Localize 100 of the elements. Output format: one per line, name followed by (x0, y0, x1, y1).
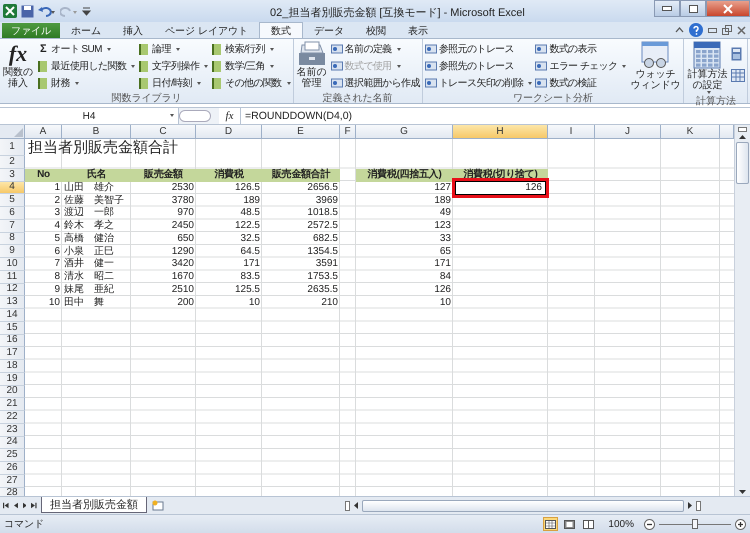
ribbon-button[interactable]: エラー チェック (535, 58, 626, 74)
ribbon-button[interactable]: 論理 (138, 41, 208, 57)
last-sheet-icon[interactable] (31, 502, 37, 509)
resize-handle[interactable] (179, 110, 211, 122)
column-header[interactable]: I (548, 125, 595, 139)
undo-icon[interactable] (38, 5, 56, 17)
close-icon[interactable] (737, 26, 746, 34)
row-header[interactable]: 17 (0, 347, 25, 360)
ribbon-button[interactable]: 数式の検証 (535, 75, 626, 91)
ribbon-button[interactable]: fx 関数の 挿入 (2, 41, 34, 91)
row-header[interactable]: 18 (0, 360, 25, 373)
column-header[interactable]: H (453, 125, 548, 139)
ribbon-button[interactable]: 財務 (37, 75, 136, 91)
scroll-down-icon[interactable] (739, 490, 746, 494)
calculator-icon[interactable] (731, 47, 742, 61)
zoom-slider[interactable] (692, 518, 698, 528)
row-header[interactable]: 13 (0, 296, 25, 309)
next-sheet-icon[interactable] (22, 502, 26, 509)
row-header[interactable]: 22 (0, 411, 25, 424)
row-header[interactable]: 15 (0, 322, 25, 334)
row-header[interactable]: 14 (0, 309, 25, 322)
scroll-thumb[interactable] (362, 500, 684, 512)
insert-function-button[interactable]: fx (219, 108, 241, 124)
row-header[interactable]: 3 (0, 168, 25, 182)
minimize-ribbon-icon[interactable] (675, 26, 684, 34)
row-header[interactable]: 16 (0, 334, 25, 348)
row-header[interactable]: 26 (0, 462, 25, 475)
zoom-in-icon[interactable] (735, 518, 746, 530)
customize-icon[interactable] (82, 6, 91, 16)
ribbon-tab[interactable]: データ (302, 23, 355, 38)
ribbon-tab[interactable]: 数式 (258, 22, 303, 38)
scroll-right-icon[interactable] (688, 502, 692, 509)
column-header[interactable]: E (262, 125, 340, 139)
row-header[interactable]: 25 (0, 449, 25, 462)
row-header[interactable]: 8 (0, 232, 25, 246)
column-header[interactable]: F (340, 125, 356, 139)
column-header[interactable]: G (356, 125, 453, 139)
ribbon-tab[interactable]: 挿入 (112, 23, 154, 38)
restore-icon[interactable] (722, 25, 732, 35)
row-header[interactable]: 7 (0, 220, 25, 232)
save-icon[interactable] (21, 4, 34, 18)
column-header[interactable]: C (131, 125, 196, 139)
row-header[interactable]: 21 (0, 398, 25, 411)
row-header[interactable]: 12 (0, 284, 25, 296)
ribbon-button[interactable]: 参照先のトレース (424, 58, 532, 74)
row-header[interactable]: 6 (0, 207, 25, 220)
row-header[interactable]: 4 (0, 182, 25, 194)
ribbon-button[interactable]: その他の関数 (211, 75, 291, 91)
ribbon-button[interactable]: 数式の表示 (535, 41, 626, 57)
ribbon-button[interactable]: ウォッチ ウィンドウ (629, 41, 682, 91)
split-handle-icon[interactable] (738, 127, 747, 132)
ribbon-button[interactable]: Σ オート SUM (37, 41, 136, 57)
restore-button[interactable] (680, 0, 706, 17)
ribbon-button[interactable]: 参照元のトレース (424, 41, 532, 57)
ribbon-tab[interactable]: 表示 (396, 23, 439, 38)
view-button[interactable] (581, 517, 596, 531)
ribbon-button[interactable]: 日付/時刻 (138, 75, 208, 91)
scroll-left-icon[interactable] (354, 502, 358, 509)
ribbon-button[interactable]: 計算方法 の設定 (686, 41, 728, 94)
row-header[interactable]: 2 (0, 156, 25, 169)
view-button[interactable] (543, 517, 558, 531)
row-header[interactable]: 5 (0, 194, 25, 207)
row-header[interactable]: 20 (0, 386, 25, 398)
row-header[interactable]: 24 (0, 436, 25, 450)
ribbon-button[interactable]: 検索/行列 (211, 41, 291, 57)
minimize-icon[interactable] (708, 28, 717, 32)
view-button[interactable] (562, 517, 578, 531)
formula-field[interactable]: =ROUNDDOWN(D4,0) (241, 108, 352, 124)
dropdown-arrow-icon[interactable] (170, 114, 174, 117)
split-handle-icon[interactable] (696, 500, 701, 510)
column-header[interactable]: J (595, 125, 661, 139)
ribbon-button[interactable]: 名前の定義 (330, 41, 420, 57)
sheet-icon[interactable] (731, 69, 746, 82)
first-sheet-icon[interactable] (3, 502, 9, 509)
row-header[interactable]: 27 (0, 474, 25, 488)
close-button[interactable] (706, 0, 750, 17)
ribbon-button[interactable]: 選択範囲から作成 (330, 75, 420, 91)
row-header[interactable]: 23 (0, 424, 25, 436)
help-icon[interactable] (689, 23, 703, 37)
ribbon-tab[interactable]: ページ レイアウト (154, 23, 259, 38)
scroll-up-icon[interactable] (739, 135, 746, 139)
column-header[interactable]: D (196, 125, 262, 139)
ribbon-button[interactable]: トレース矢印の削除 (424, 75, 532, 91)
ribbon-button[interactable]: 文字列操作 (138, 58, 208, 74)
column-header[interactable]: K (661, 125, 720, 139)
ribbon-tab[interactable]: 校閲 (354, 23, 397, 38)
row-header[interactable]: 9 (0, 245, 25, 258)
ribbon-button[interactable]: 数学/三角 (211, 58, 291, 74)
previous-sheet-icon[interactable] (14, 502, 18, 509)
ribbon-button[interactable]: 最近使用した関数 (37, 58, 136, 74)
row-header[interactable]: 1 (0, 139, 25, 156)
zoom-level[interactable]: 100% (608, 518, 634, 530)
ribbon-button[interactable]: 名前の 管理 (296, 41, 328, 91)
row-header[interactable]: 11 (0, 270, 25, 284)
ribbon-tab[interactable]: ホーム (60, 23, 112, 38)
row-header[interactable]: 10 (0, 258, 25, 271)
split-handle-icon[interactable] (345, 500, 350, 510)
row-header[interactable]: 19 (0, 372, 25, 386)
scroll-thumb[interactable] (736, 142, 749, 184)
sheet-tab[interactable]: 担当者別販売金額 (41, 497, 147, 513)
